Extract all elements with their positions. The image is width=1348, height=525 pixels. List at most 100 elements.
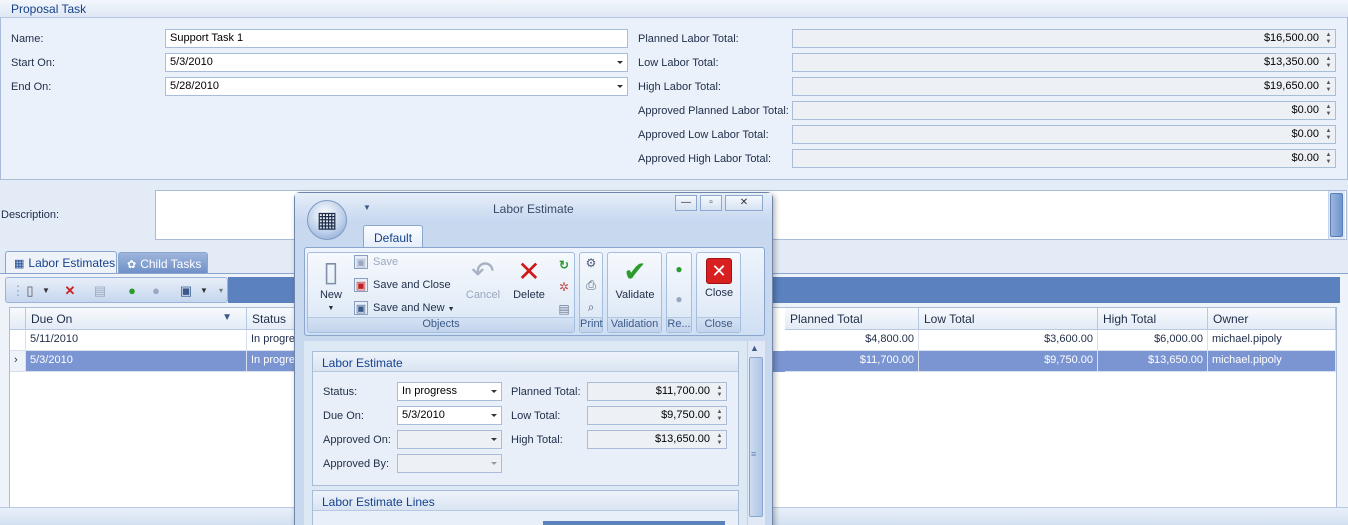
cell-owner[interactable]: michael.pipoly — [1208, 330, 1336, 351]
approved-high-labor-total-field[interactable]: $0.00 ▲ ▼ — [792, 149, 1336, 168]
close-button[interactable]: ✕ Close — [699, 255, 739, 299]
column-header-owner[interactable]: Owner — [1208, 308, 1336, 330]
gear-red-icon[interactable]: ✲ — [556, 279, 572, 295]
spin-icon[interactable]: ▲ ▼ — [716, 433, 723, 447]
column-header-due-on[interactable]: Due On ▼ — [26, 308, 247, 330]
column-header-low-total[interactable]: Low Total — [919, 308, 1098, 330]
tab-labor-estimates[interactable]: ▦ Labor Estimates — [5, 251, 117, 273]
save-and-close-button[interactable]: ▣ Save and Close — [354, 278, 451, 298]
cell-status[interactable]: In progre — [247, 351, 297, 372]
spin-icon[interactable]: ▲ ▼ — [1325, 104, 1332, 118]
print-setup-icon[interactable]: ⚙ — [583, 255, 599, 271]
spin-icon[interactable]: ▲ ▼ — [1325, 80, 1332, 94]
new-document-icon[interactable]: ▯ — [22, 283, 38, 299]
spin-icon[interactable]: ▲ ▼ — [1325, 56, 1332, 70]
planned-labor-total-field[interactable]: $16,500.00 ▲ ▼ — [792, 29, 1336, 48]
chevron-down-icon[interactable]: ▼ — [38, 283, 54, 299]
lines-grid-header — [543, 521, 725, 525]
low-total-field[interactable]: $9,750.00 ▲ ▼ — [587, 406, 727, 425]
previous-record-icon[interactable]: ● — [671, 261, 687, 277]
spin-icon[interactable]: ▲ ▼ — [1325, 128, 1332, 142]
spin-icon[interactable]: ▲ ▼ — [1325, 32, 1332, 46]
cell-planned-total[interactable]: $11,700.00 — [785, 351, 919, 372]
chevron-down-icon[interactable]: ▼ — [196, 283, 212, 299]
ribbon-group-validation: ✔ Validate Validation — [607, 252, 662, 333]
refresh-icon[interactable]: ↻ — [556, 257, 572, 273]
status-dropdown[interactable]: In progress — [397, 382, 502, 401]
end-on-date-picker[interactable]: 5/28/2010 — [165, 77, 628, 96]
copy-icon[interactable]: ▤ — [92, 283, 108, 299]
spin-icon[interactable]: ▲ ▼ — [716, 385, 723, 399]
arrow-down-icon[interactable]: ● — [148, 283, 164, 299]
column-header-planned-total[interactable]: Planned Total — [785, 308, 919, 330]
save-icon[interactable]: ▣ — [178, 283, 194, 299]
save-button[interactable]: ▣ Save — [354, 255, 398, 275]
due-on-date-picker[interactable]: 5/3/2010 — [397, 406, 502, 425]
high-total-label: High Total: — [511, 434, 563, 446]
scroll-up-icon[interactable]: ▲ — [750, 343, 759, 353]
approved-planned-labor-total-field[interactable]: $0.00 ▲ ▼ — [792, 101, 1336, 120]
cell-high-total[interactable]: $6,000.00 — [1098, 330, 1208, 351]
cell-planned-total[interactable]: $4,800.00 — [785, 330, 919, 351]
delete-button[interactable]: ✕ Delete — [510, 255, 548, 301]
printer-icon[interactable]: ⎙ — [583, 277, 599, 293]
ribbon-tab-default[interactable]: Default — [363, 225, 423, 247]
close-label: Close — [704, 287, 734, 299]
row-indicator-selected[interactable]: › — [10, 351, 26, 372]
description-scroll-thumb[interactable] — [1330, 193, 1343, 237]
overflow-icon[interactable]: ▾ — [213, 283, 229, 299]
application-menu-button[interactable]: ▦ — [307, 200, 347, 240]
new-button[interactable]: ▯ New ▼ — [314, 255, 348, 313]
status-label: Status: — [323, 386, 358, 398]
next-record-icon[interactable]: ● — [671, 291, 687, 307]
dialog-scroll-thumb[interactable] — [749, 357, 763, 517]
spin-icon[interactable]: ▲ ▼ — [1325, 152, 1332, 166]
chevron-down-icon[interactable] — [617, 61, 623, 64]
approved-on-date-picker[interactable] — [397, 430, 502, 449]
high-labor-total-field[interactable]: $19,650.00 ▲ ▼ — [792, 77, 1336, 96]
low-total-label: Low Total: — [511, 410, 561, 422]
chevron-down-icon[interactable] — [617, 85, 623, 88]
row-indicator[interactable] — [10, 330, 26, 351]
low-labor-total-field[interactable]: $13,350.00 ▲ ▼ — [792, 53, 1336, 72]
name-input[interactable]: Support Task 1 — [165, 29, 628, 48]
arrow-up-icon[interactable]: ● — [124, 283, 140, 299]
validate-button[interactable]: ✔ Validate — [610, 255, 660, 301]
chevron-down-icon[interactable] — [491, 390, 497, 393]
print-preview-icon[interactable]: ⌕ — [583, 299, 599, 315]
chevron-down-icon[interactable] — [491, 414, 497, 417]
chevron-down-icon[interactable] — [491, 462, 497, 465]
validation-caption: Validation — [608, 317, 661, 332]
tab-child-tasks[interactable]: ✿ Child Tasks — [118, 252, 208, 273]
spin-icon[interactable]: ▲ ▼ — [716, 409, 723, 423]
approved-low-labor-total-field[interactable]: $0.00 ▲ ▼ — [792, 125, 1336, 144]
close-window-button[interactable]: ✕ — [725, 195, 763, 211]
cell-owner[interactable]: michael.pipoly — [1208, 351, 1336, 372]
minimize-button[interactable]: — — [675, 195, 697, 211]
cancel-button[interactable]: ↶ Cancel — [464, 255, 502, 301]
list-icon[interactable]: ▤ — [556, 301, 572, 317]
cell-high-total[interactable]: $13,650.00 — [1098, 351, 1208, 372]
cell-low-total[interactable]: $9,750.00 — [919, 351, 1098, 372]
approved-by-dropdown[interactable] — [397, 454, 502, 473]
high-total-field[interactable]: $13,650.00 ▲ ▼ — [587, 430, 727, 449]
approved-low-labor-total-value: $0.00 — [1291, 128, 1319, 140]
cell-low-total[interactable]: $3,600.00 — [919, 330, 1098, 351]
status-value: In progress — [402, 385, 458, 397]
dialog-title: Labor Estimate — [493, 202, 574, 216]
planned-total-field[interactable]: $11,700.00 ▲ ▼ — [587, 382, 727, 401]
ribbon-group-print: ⚙ ⎙ ⌕ Print — [579, 252, 603, 333]
column-header-high-total[interactable]: High Total — [1098, 308, 1208, 330]
delete-icon[interactable]: ✕ — [62, 283, 78, 299]
column-header-status[interactable]: Status — [247, 308, 297, 330]
cell-due-on[interactable]: 5/3/2010 — [26, 351, 247, 372]
start-on-date-picker[interactable]: 5/3/2010 — [165, 53, 628, 72]
cell-due-on[interactable]: 5/11/2010 — [26, 330, 247, 351]
cell-status[interactable]: In progre — [247, 330, 297, 351]
planned-total-label: Planned Total: — [511, 386, 581, 398]
sort-descending-icon[interactable]: ▼ — [222, 312, 232, 323]
restore-button[interactable]: ▫ — [700, 195, 722, 211]
quick-access-chevron-icon[interactable]: ▼ — [363, 203, 371, 212]
minimize-icon: — — [681, 197, 691, 208]
chevron-down-icon[interactable] — [491, 438, 497, 441]
